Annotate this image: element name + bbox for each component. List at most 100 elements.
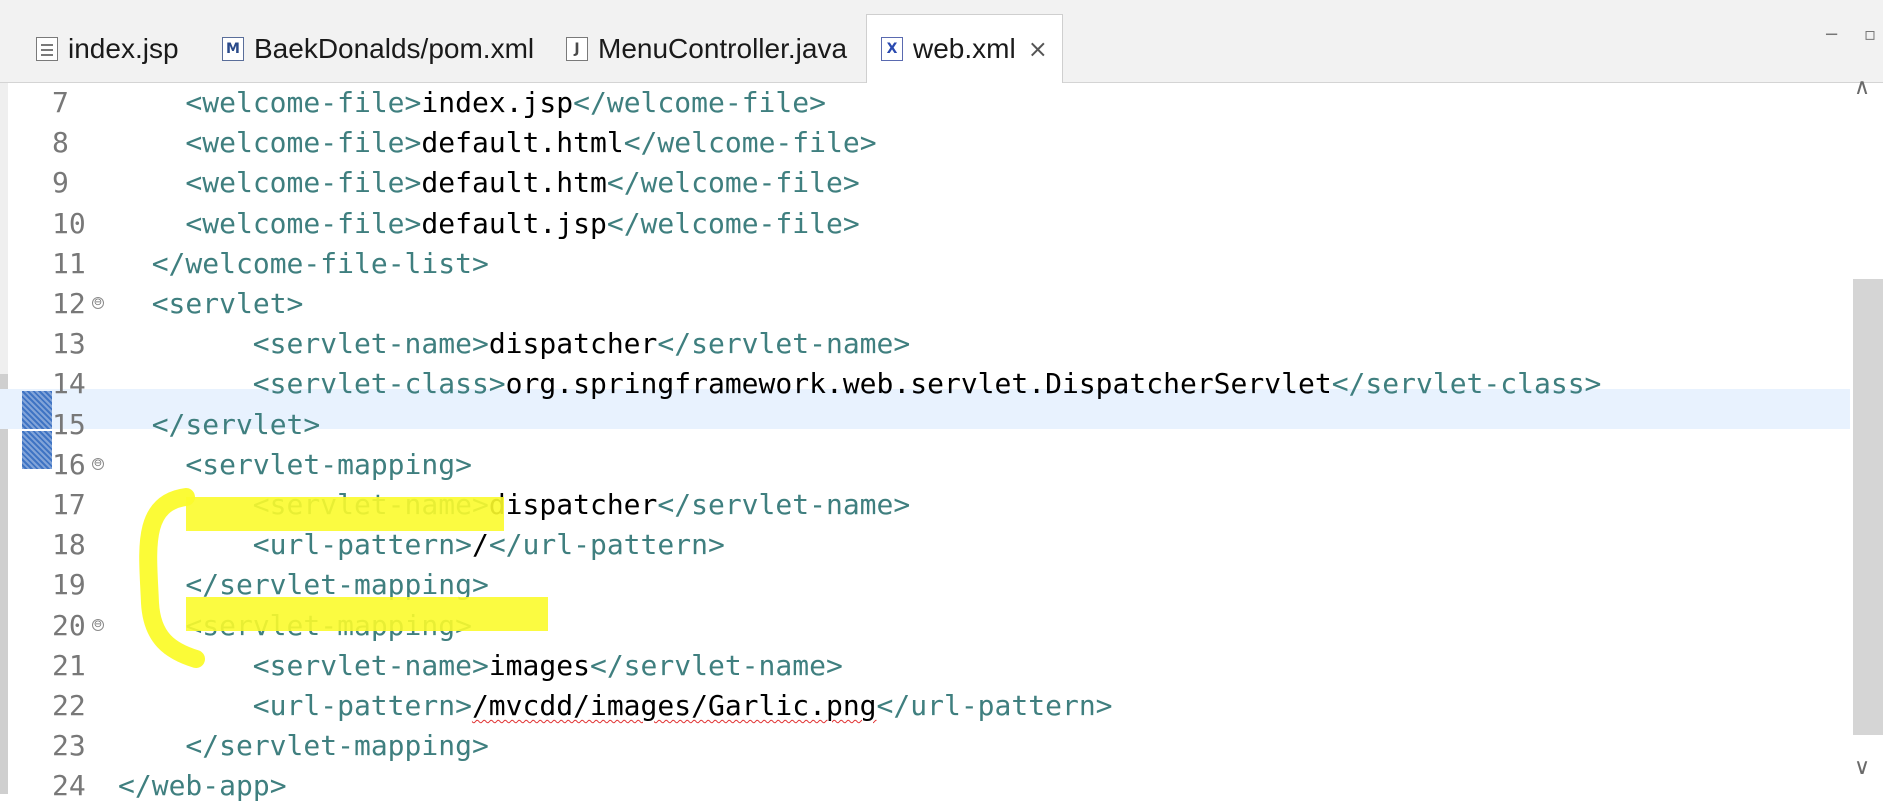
xml-tag: </welcome-file> <box>606 166 860 200</box>
xml-text-value: dispatcher <box>488 488 658 521</box>
xml-tag: </url-pattern> <box>876 689 1113 722</box>
code-text: </servlet-mapping> <box>185 726 488 766</box>
xml-tag: <welcome-file> <box>185 126 422 160</box>
code-line-10[interactable]: 10 <welcome-file>default.jsp</welcome-fil… <box>0 204 1850 244</box>
tab-label: MenuController.java <box>598 33 848 64</box>
tab-index-jsp[interactable]: index.jsp <box>36 16 179 82</box>
code-text: <servlet-name>dispatcher</servlet-name> <box>253 485 910 525</box>
xml-text-value: default.jsp <box>421 206 607 240</box>
xml-text-value: /mvcdd/images/Garlic.png <box>471 689 877 722</box>
line-number: 22 <box>52 689 86 722</box>
code-text: <servlet-mapping> <box>185 606 472 646</box>
xml-tag: <welcome-file> <box>185 206 422 240</box>
xml-tag: </welcome-file-list> <box>151 246 489 280</box>
code-text: <welcome-file>default.html</welcome-file… <box>185 123 876 163</box>
xml-tag: <welcome-file> <box>185 86 422 119</box>
xml-tag: <servlet-name> <box>252 327 489 361</box>
code-line-18[interactable]: 18 <url-pattern>/</url-pattern> <box>0 525 1850 565</box>
line-number: 19 <box>52 568 86 602</box>
xml-tag: </servlet-name> <box>657 327 911 361</box>
xml-text-value: org.springframework.web.servlet.Dispatch… <box>505 367 1332 401</box>
xml-text-value: / <box>471 528 489 562</box>
code-line-22[interactable]: 22 <url-pattern>/mvcdd/images/Garlic.png<… <box>0 686 1850 726</box>
scroll-down-arrow-icon[interactable]: ∨ <box>1854 755 1870 780</box>
minimize-icon[interactable]: − <box>1824 24 1839 45</box>
xml-tag: <url-pattern> <box>252 528 472 562</box>
xml-tag: <servlet-name> <box>252 648 489 682</box>
xml-text-value: images <box>488 648 590 682</box>
code-line-13[interactable]: 13 <servlet-name>dispatcher</servlet-name… <box>0 324 1850 364</box>
close-icon[interactable]: × <box>1028 35 1048 63</box>
line-number: 15 <box>52 407 86 441</box>
line-number: 8 <box>52 126 69 160</box>
xml-text-value: index.jsp <box>421 86 574 119</box>
code-line-12[interactable]: 12 ⊖ <servlet> <box>0 284 1850 324</box>
code-text: <welcome-file>index.jsp</welcome-file> <box>185 83 826 123</box>
maven-pom-icon: M <box>222 37 244 61</box>
xml-tag: <servlet> <box>151 287 304 320</box>
line-number: 21 <box>52 648 86 682</box>
jsp-file-icon <box>36 37 58 61</box>
code-line-7[interactable]: 7 <welcome-file>index.jsp</welcome-file> <box>0 83 1850 123</box>
line-number: 24 <box>52 769 86 803</box>
xml-tag: </welcome-file> <box>573 86 826 119</box>
fold-toggle-icon[interactable]: ⊖ <box>92 457 104 470</box>
code-line-8[interactable]: 8 <welcome-file>default.html</welcome-fil… <box>0 123 1850 163</box>
code-text: </web-app> <box>118 766 287 806</box>
code-line-9[interactable]: 9 <welcome-file>default.htm</welcome-file… <box>0 163 1850 203</box>
scrollbar-thumb[interactable] <box>1853 279 1883 735</box>
fold-toggle-icon[interactable]: ⊖ <box>92 618 104 631</box>
code-text: <servlet-class>org.springframework.web.s… <box>253 364 1602 404</box>
line-number: 23 <box>52 729 86 763</box>
tab-web-xml[interactable]: X web.xml × <box>866 14 1063 83</box>
xml-tag: </welcome-file> <box>623 126 877 160</box>
tab-menucontroller-java[interactable]: J MenuController.java <box>566 16 847 82</box>
code-text: <servlet-name>dispatcher</servlet-name> <box>253 324 910 364</box>
line-number: 7 <box>52 86 69 119</box>
code-text: <welcome-file>default.htm</welcome-file> <box>185 163 859 203</box>
xml-tag: <servlet-class> <box>252 367 506 401</box>
code-line-19[interactable]: 19 </servlet-mapping> <box>0 565 1850 605</box>
xml-tag: </url-pattern> <box>488 528 725 562</box>
xml-text-value: default.htm <box>421 166 607 200</box>
line-number: 17 <box>52 488 86 521</box>
line-number: 11 <box>52 246 86 280</box>
code-line-11[interactable]: 11 </welcome-file-list> <box>0 244 1850 284</box>
code-editor[interactable]: 7 <welcome-file>index.jsp</welcome-file> 8… <box>0 75 1883 802</box>
xml-tag: </servlet> <box>151 407 321 441</box>
code-line-24[interactable]: 24 </web-app> <box>0 766 1850 806</box>
tab-label: web.xml <box>913 33 1016 64</box>
line-number: 18 <box>52 528 86 562</box>
code-line-17[interactable]: 17 <servlet-name>dispatcher</servlet-name… <box>0 485 1850 525</box>
line-number: 14 <box>52 367 86 401</box>
code-text: <url-pattern>/</url-pattern> <box>253 525 725 565</box>
scroll-up-arrow-icon[interactable]: ∧ <box>1854 75 1870 100</box>
xml-tag: <servlet-name> <box>252 488 489 521</box>
line-number: 12 <box>52 287 86 320</box>
code-text: <servlet-name>images</servlet-name> <box>253 646 843 686</box>
code-line-21[interactable]: 21 <servlet-name>images</servlet-name> <box>0 646 1850 686</box>
code-text: <servlet> <box>152 284 304 324</box>
code-line-15[interactable]: 15 </servlet> <box>0 405 1850 445</box>
editor-tab-bar: index.jsp M BaekDonalds/pom.xml J MenuCo… <box>0 0 1883 83</box>
xml-tag: </servlet-class> <box>1331 367 1602 401</box>
code-line-16[interactable]: 16 ⊖ <servlet-mapping> <box>0 445 1850 485</box>
fold-toggle-icon[interactable]: ⊖ <box>92 297 104 309</box>
xml-tag: </welcome-file> <box>606 206 860 240</box>
code-text: </welcome-file-list> <box>152 244 489 284</box>
xml-file-icon: X <box>881 37 903 61</box>
maximize-icon[interactable]: ▫ <box>1864 24 1876 45</box>
xml-tag: <servlet-mapping> <box>185 608 472 642</box>
code-line-20[interactable]: 20 ⊖ <servlet-mapping> <box>0 606 1850 646</box>
code-text: <welcome-file>default.jsp</welcome-file> <box>185 204 859 244</box>
tab-label: BaekDonalds/pom.xml <box>254 33 535 64</box>
xml-tag: <servlet-mapping> <box>185 447 472 481</box>
code-text: <servlet-mapping> <box>185 445 472 485</box>
code-line-23[interactable]: 23 </servlet-mapping> <box>0 726 1850 766</box>
tab-pom-xml[interactable]: M BaekDonalds/pom.xml <box>222 16 534 82</box>
xml-tag: </servlet-mapping> <box>185 568 489 602</box>
code-text: </servlet> <box>152 405 321 445</box>
line-number: 13 <box>52 327 86 361</box>
code-line-14[interactable]: 14 <servlet-class>org.springframework.web… <box>0 364 1850 404</box>
xml-tag: <url-pattern> <box>252 689 472 722</box>
